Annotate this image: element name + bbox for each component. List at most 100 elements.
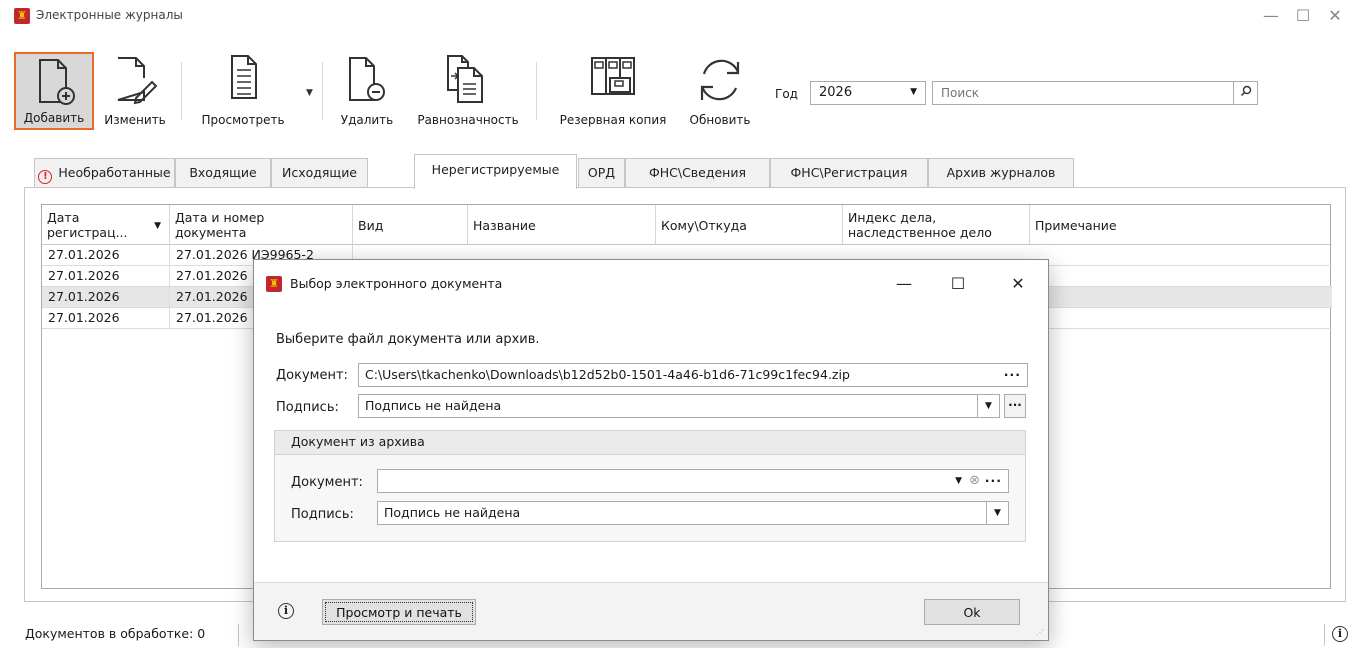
year-value: 2026 bbox=[819, 85, 853, 100]
column-header-to-from[interactable]: Кому\Откуда bbox=[656, 205, 843, 245]
tab-label: ФНС\Регистрация bbox=[790, 165, 908, 180]
column-header-title[interactable]: Название bbox=[468, 205, 656, 245]
status-separator bbox=[238, 624, 239, 646]
search-icon[interactable] bbox=[1233, 82, 1257, 104]
backup-button-label: Резервная копия bbox=[559, 113, 667, 127]
window-titlebar: ♜ Электронные журналы — ☐ ✕ bbox=[0, 0, 1354, 32]
refresh-icon bbox=[682, 52, 758, 110]
view-dropdown-arrow-icon[interactable]: ▼ bbox=[306, 88, 313, 98]
search-input[interactable] bbox=[939, 83, 1229, 103]
year-select[interactable]: 2026 ▼ bbox=[810, 81, 926, 105]
maximize-button[interactable]: ☐ bbox=[1288, 4, 1318, 28]
tab-label: ФНС\Сведения bbox=[648, 165, 747, 180]
document-add-icon bbox=[16, 54, 92, 112]
tab-label: ОРД bbox=[587, 165, 616, 180]
column-header-doc-date-number[interactable]: Дата и номер документа bbox=[170, 205, 353, 245]
ok-button[interactable]: Ok bbox=[924, 599, 1020, 625]
archive-document-select[interactable]: ▼ ⊗ ··· bbox=[377, 469, 1009, 493]
close-button[interactable]: ✕ bbox=[1320, 4, 1350, 28]
tab-ord[interactable]: ОРД bbox=[578, 158, 625, 188]
window-title: Электронные журналы bbox=[36, 8, 183, 22]
archive-document-group: Документ из архива Документ: ▼ ⊗ ··· Под… bbox=[274, 430, 1026, 542]
tab-fns-registration[interactable]: ФНС\Регистрация bbox=[770, 158, 928, 188]
tab-label: Входящие bbox=[189, 165, 257, 180]
column-header-note[interactable]: Примечание bbox=[1030, 205, 1332, 245]
warning-icon: ! bbox=[38, 170, 53, 184]
cell-registration-date: 27.01.2026 bbox=[42, 266, 170, 287]
tab-incoming[interactable]: Входящие bbox=[175, 158, 271, 188]
archive-backup-icon bbox=[544, 52, 682, 110]
chevron-down-icon: ▼ bbox=[910, 87, 917, 97]
archive-signature-label: Подпись: bbox=[291, 507, 354, 522]
info-icon[interactable]: i bbox=[1332, 626, 1348, 642]
cell-registration-date: 27.01.2026 bbox=[42, 245, 170, 266]
info-icon[interactable]: i bbox=[278, 603, 294, 619]
view-button[interactable]: Просмотреть bbox=[190, 52, 296, 130]
delete-button-label: Удалить bbox=[340, 113, 394, 127]
cell-registration-date: 27.01.2026 bbox=[42, 308, 170, 329]
tab-journal-archive[interactable]: Архив журналов bbox=[928, 158, 1074, 188]
browse-icon[interactable]: ··· bbox=[1004, 364, 1021, 386]
documents-equivalence-icon bbox=[406, 52, 530, 110]
refresh-button[interactable]: Обновить bbox=[682, 52, 758, 130]
refresh-button-label: Обновить bbox=[689, 113, 751, 127]
signature-label: Подпись: bbox=[276, 400, 339, 415]
column-header-label: Дата и номер документа bbox=[175, 210, 265, 240]
archive-document-label: Документ: bbox=[291, 475, 363, 490]
archive-signature-value: Подпись не найдена bbox=[384, 505, 521, 520]
column-header-label: Название bbox=[473, 217, 536, 233]
tab-unregistered[interactable]: Нерегистрируемые bbox=[414, 154, 577, 189]
sort-desc-icon: ▼ bbox=[154, 221, 161, 231]
chevron-down-icon[interactable]: ▼ bbox=[986, 502, 1008, 524]
delete-button[interactable]: Удалить bbox=[332, 52, 402, 130]
column-header-registration-date[interactable]: Дата регистрац... ▼ bbox=[42, 205, 170, 245]
dialog-minimize-button[interactable]: — bbox=[886, 270, 922, 298]
toolbar-separator bbox=[536, 62, 537, 120]
status-separator bbox=[1324, 624, 1325, 646]
tab-outgoing[interactable]: Исходящие bbox=[271, 158, 368, 188]
dialog-footer: i Просмотр и печать Ok ⋰ bbox=[254, 582, 1048, 640]
toolbar-separator bbox=[322, 62, 323, 120]
select-electronic-document-dialog: ♜ Выбор электронного документа — ☐ ✕ Выб… bbox=[253, 259, 1049, 641]
tab-fns-info[interactable]: ФНС\Сведения bbox=[625, 158, 770, 188]
preview-print-button[interactable]: Просмотр и печать bbox=[322, 599, 476, 625]
document-path-value: C:\Users\tkachenko\Downloads\b12d52b0-15… bbox=[365, 367, 850, 382]
year-label: Год bbox=[775, 87, 798, 101]
tab-label: Исходящие bbox=[281, 165, 358, 180]
chevron-down-icon[interactable]: ▼ bbox=[977, 395, 999, 417]
signature-value: Подпись не найдена bbox=[365, 398, 502, 413]
dialog-maximize-button[interactable]: ☐ bbox=[940, 270, 976, 298]
column-header-label: Кому\Откуда bbox=[661, 217, 747, 233]
equivalence-button[interactable]: Равнозначность bbox=[406, 52, 530, 130]
add-button[interactable]: Добавить bbox=[14, 52, 94, 130]
archive-group-title: Документ из архива bbox=[275, 431, 1025, 455]
table-header: Дата регистрац... ▼ Дата и номер докумен… bbox=[42, 205, 1332, 245]
signature-select[interactable]: Подпись не найдена ▼ bbox=[358, 394, 1000, 418]
app-logo-icon: ♜ bbox=[266, 276, 282, 292]
column-header-type[interactable]: Вид bbox=[353, 205, 468, 245]
edit-button[interactable]: Изменить bbox=[96, 52, 174, 130]
document-view-icon bbox=[190, 52, 296, 110]
signature-browse-button[interactable]: ··· bbox=[1004, 394, 1026, 418]
document-path-field[interactable]: C:\Users\tkachenko\Downloads\b12d52b0-15… bbox=[358, 363, 1028, 387]
document-edit-icon bbox=[96, 52, 174, 110]
column-header-case-index[interactable]: Индекс дела, наследственное дело bbox=[843, 205, 1030, 245]
backup-button[interactable]: Резервная копия bbox=[544, 52, 682, 130]
tab-unprocessed[interactable]: ! Необработанные bbox=[34, 158, 175, 188]
edit-button-label: Изменить bbox=[104, 113, 166, 127]
minimize-button[interactable]: — bbox=[1256, 4, 1286, 28]
app-logo-icon: ♜ bbox=[14, 8, 30, 24]
column-header-label: Индекс дела, наследственное дело bbox=[848, 210, 992, 240]
documents-in-processing: Документов в обработке: 0 bbox=[25, 626, 206, 641]
resize-grip-icon[interactable]: ⋰ bbox=[1036, 628, 1044, 637]
tab-label: Необработанные bbox=[58, 165, 171, 180]
clear-icon[interactable]: ⊗ bbox=[969, 470, 980, 492]
search-box bbox=[932, 81, 1258, 105]
view-button-label: Просмотреть bbox=[201, 113, 285, 127]
chevron-down-icon[interactable]: ▼ bbox=[955, 470, 962, 492]
dialog-close-button[interactable]: ✕ bbox=[1000, 270, 1036, 298]
toolbar-separator bbox=[181, 62, 182, 120]
archive-signature-select[interactable]: Подпись не найдена ▼ bbox=[377, 501, 1009, 525]
browse-icon[interactable]: ··· bbox=[985, 470, 1002, 492]
browse-icon: ··· bbox=[1008, 398, 1022, 412]
